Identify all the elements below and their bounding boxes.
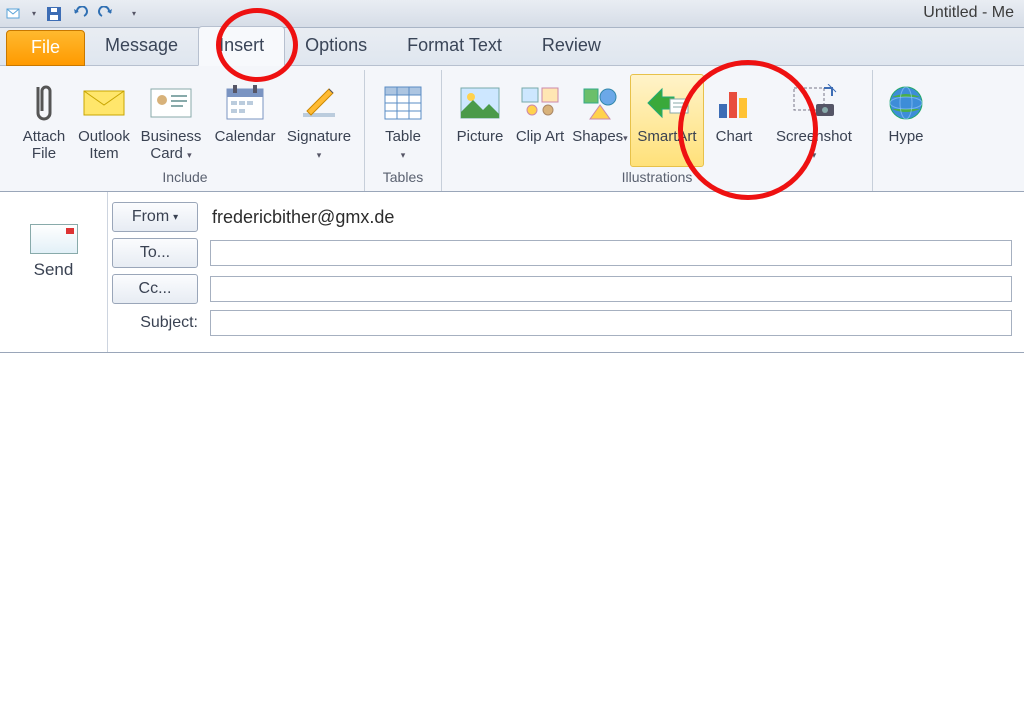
tab-insert[interactable]: Insert — [198, 26, 285, 66]
quick-access-toolbar: ▾ ▾ — [6, 6, 136, 22]
new-mail-icon[interactable] — [6, 6, 22, 22]
ribbon-group-tables: Table▾ Tables — [365, 70, 442, 191]
envelope-send-icon — [30, 224, 78, 254]
ribbon-group-illustrations: Picture Clip Art Shapes▾ SmartArt Chart … — [442, 70, 873, 191]
from-value: fredericbither@gmx.de — [210, 207, 394, 228]
window-title: Untitled - Me — [923, 4, 1014, 22]
subject-label: Subject: — [112, 314, 198, 332]
chevron-down-icon: ▾ — [317, 150, 322, 160]
compose-header: Send From▾ fredericbither@gmx.de To... C… — [0, 192, 1024, 353]
ribbon-group-links: Hype — [873, 70, 939, 191]
screenshot-icon — [790, 79, 838, 127]
table-icon — [383, 79, 423, 127]
to-input[interactable] — [210, 240, 1012, 266]
ribbon: Attach File Outlook Item Business Card ▾… — [0, 66, 1024, 192]
group-label-tables: Tables — [383, 169, 423, 185]
group-label-links — [904, 153, 908, 169]
save-icon[interactable] — [46, 6, 62, 22]
hyperlink-button[interactable]: Hype — [881, 74, 931, 151]
chevron-down-icon: ▾ — [401, 150, 406, 160]
screenshot-button[interactable]: Screenshot▾ — [764, 74, 864, 167]
tab-message[interactable]: Message — [85, 27, 198, 65]
qat-dropdown-icon[interactable]: ▾ — [32, 9, 36, 18]
clip-art-icon — [520, 79, 560, 127]
signature-icon — [299, 79, 339, 127]
tab-format-text[interactable]: Format Text — [387, 27, 522, 65]
picture-icon — [459, 79, 501, 127]
from-button[interactable]: From▾ — [112, 202, 198, 232]
calendar-icon — [225, 79, 265, 127]
chart-icon — [715, 79, 753, 127]
table-button[interactable]: Table▾ — [373, 74, 433, 167]
ribbon-group-include: Attach File Outlook Item Business Card ▾… — [6, 70, 365, 191]
qat-more-icon[interactable]: ▾ — [132, 9, 136, 18]
chevron-down-icon: ▾ — [187, 150, 192, 160]
signature-button[interactable]: Signature▾ — [282, 74, 356, 167]
globe-icon — [886, 79, 926, 127]
redo-icon[interactable] — [98, 6, 114, 22]
tab-file[interactable]: File — [6, 30, 85, 66]
chevron-down-icon: ▾ — [173, 212, 178, 223]
chevron-down-icon: ▾ — [812, 150, 817, 160]
group-label-illustrations: Illustrations — [622, 169, 693, 185]
cc-button[interactable]: Cc... — [112, 274, 198, 304]
paperclip-icon — [31, 79, 57, 127]
smartart-icon — [644, 79, 690, 127]
tab-review[interactable]: Review — [522, 27, 621, 65]
chevron-down-icon: ▾ — [623, 133, 628, 143]
shapes-icon — [580, 79, 620, 127]
message-body[interactable] — [0, 353, 1024, 693]
business-card-button[interactable]: Business Card ▾ — [134, 74, 208, 167]
send-button[interactable]: Send — [0, 192, 108, 352]
calendar-button[interactable]: Calendar — [208, 74, 282, 167]
shapes-button[interactable]: Shapes▾ — [570, 74, 630, 167]
cc-input[interactable] — [210, 276, 1012, 302]
undo-icon[interactable] — [72, 6, 88, 22]
chart-button[interactable]: Chart — [704, 74, 764, 167]
subject-input[interactable] — [210, 310, 1012, 336]
ribbon-tabs: File Message Insert Options Format Text … — [0, 28, 1024, 66]
attach-file-button[interactable]: Attach File — [14, 74, 74, 167]
business-card-icon — [149, 79, 193, 127]
outlook-item-button[interactable]: Outlook Item — [74, 74, 134, 167]
envelope-icon — [82, 79, 126, 127]
tab-options[interactable]: Options — [285, 27, 387, 65]
title-bar: ▾ ▾ Untitled - Me — [0, 0, 1024, 28]
group-label-include: Include — [162, 169, 207, 185]
picture-button[interactable]: Picture — [450, 74, 510, 167]
to-button[interactable]: To... — [112, 238, 198, 268]
clip-art-button[interactable]: Clip Art — [510, 74, 570, 167]
smartart-button[interactable]: SmartArt — [630, 74, 704, 167]
